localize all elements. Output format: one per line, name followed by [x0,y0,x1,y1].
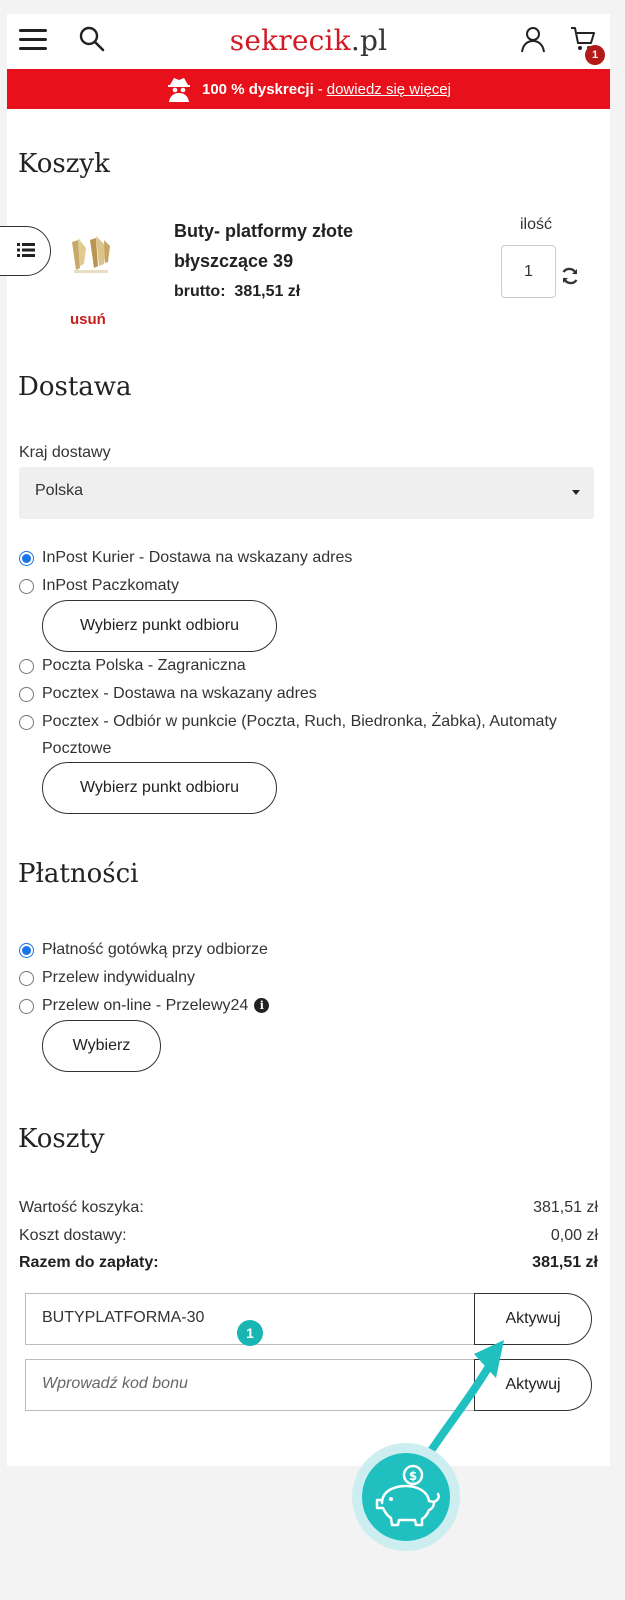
piggy-bank-badge: $ [362,1453,450,1541]
pointer-arrow [410,1340,504,1481]
svg-text:$: $ [409,1469,417,1483]
piggy-bank-icon: $ [375,1464,441,1527]
